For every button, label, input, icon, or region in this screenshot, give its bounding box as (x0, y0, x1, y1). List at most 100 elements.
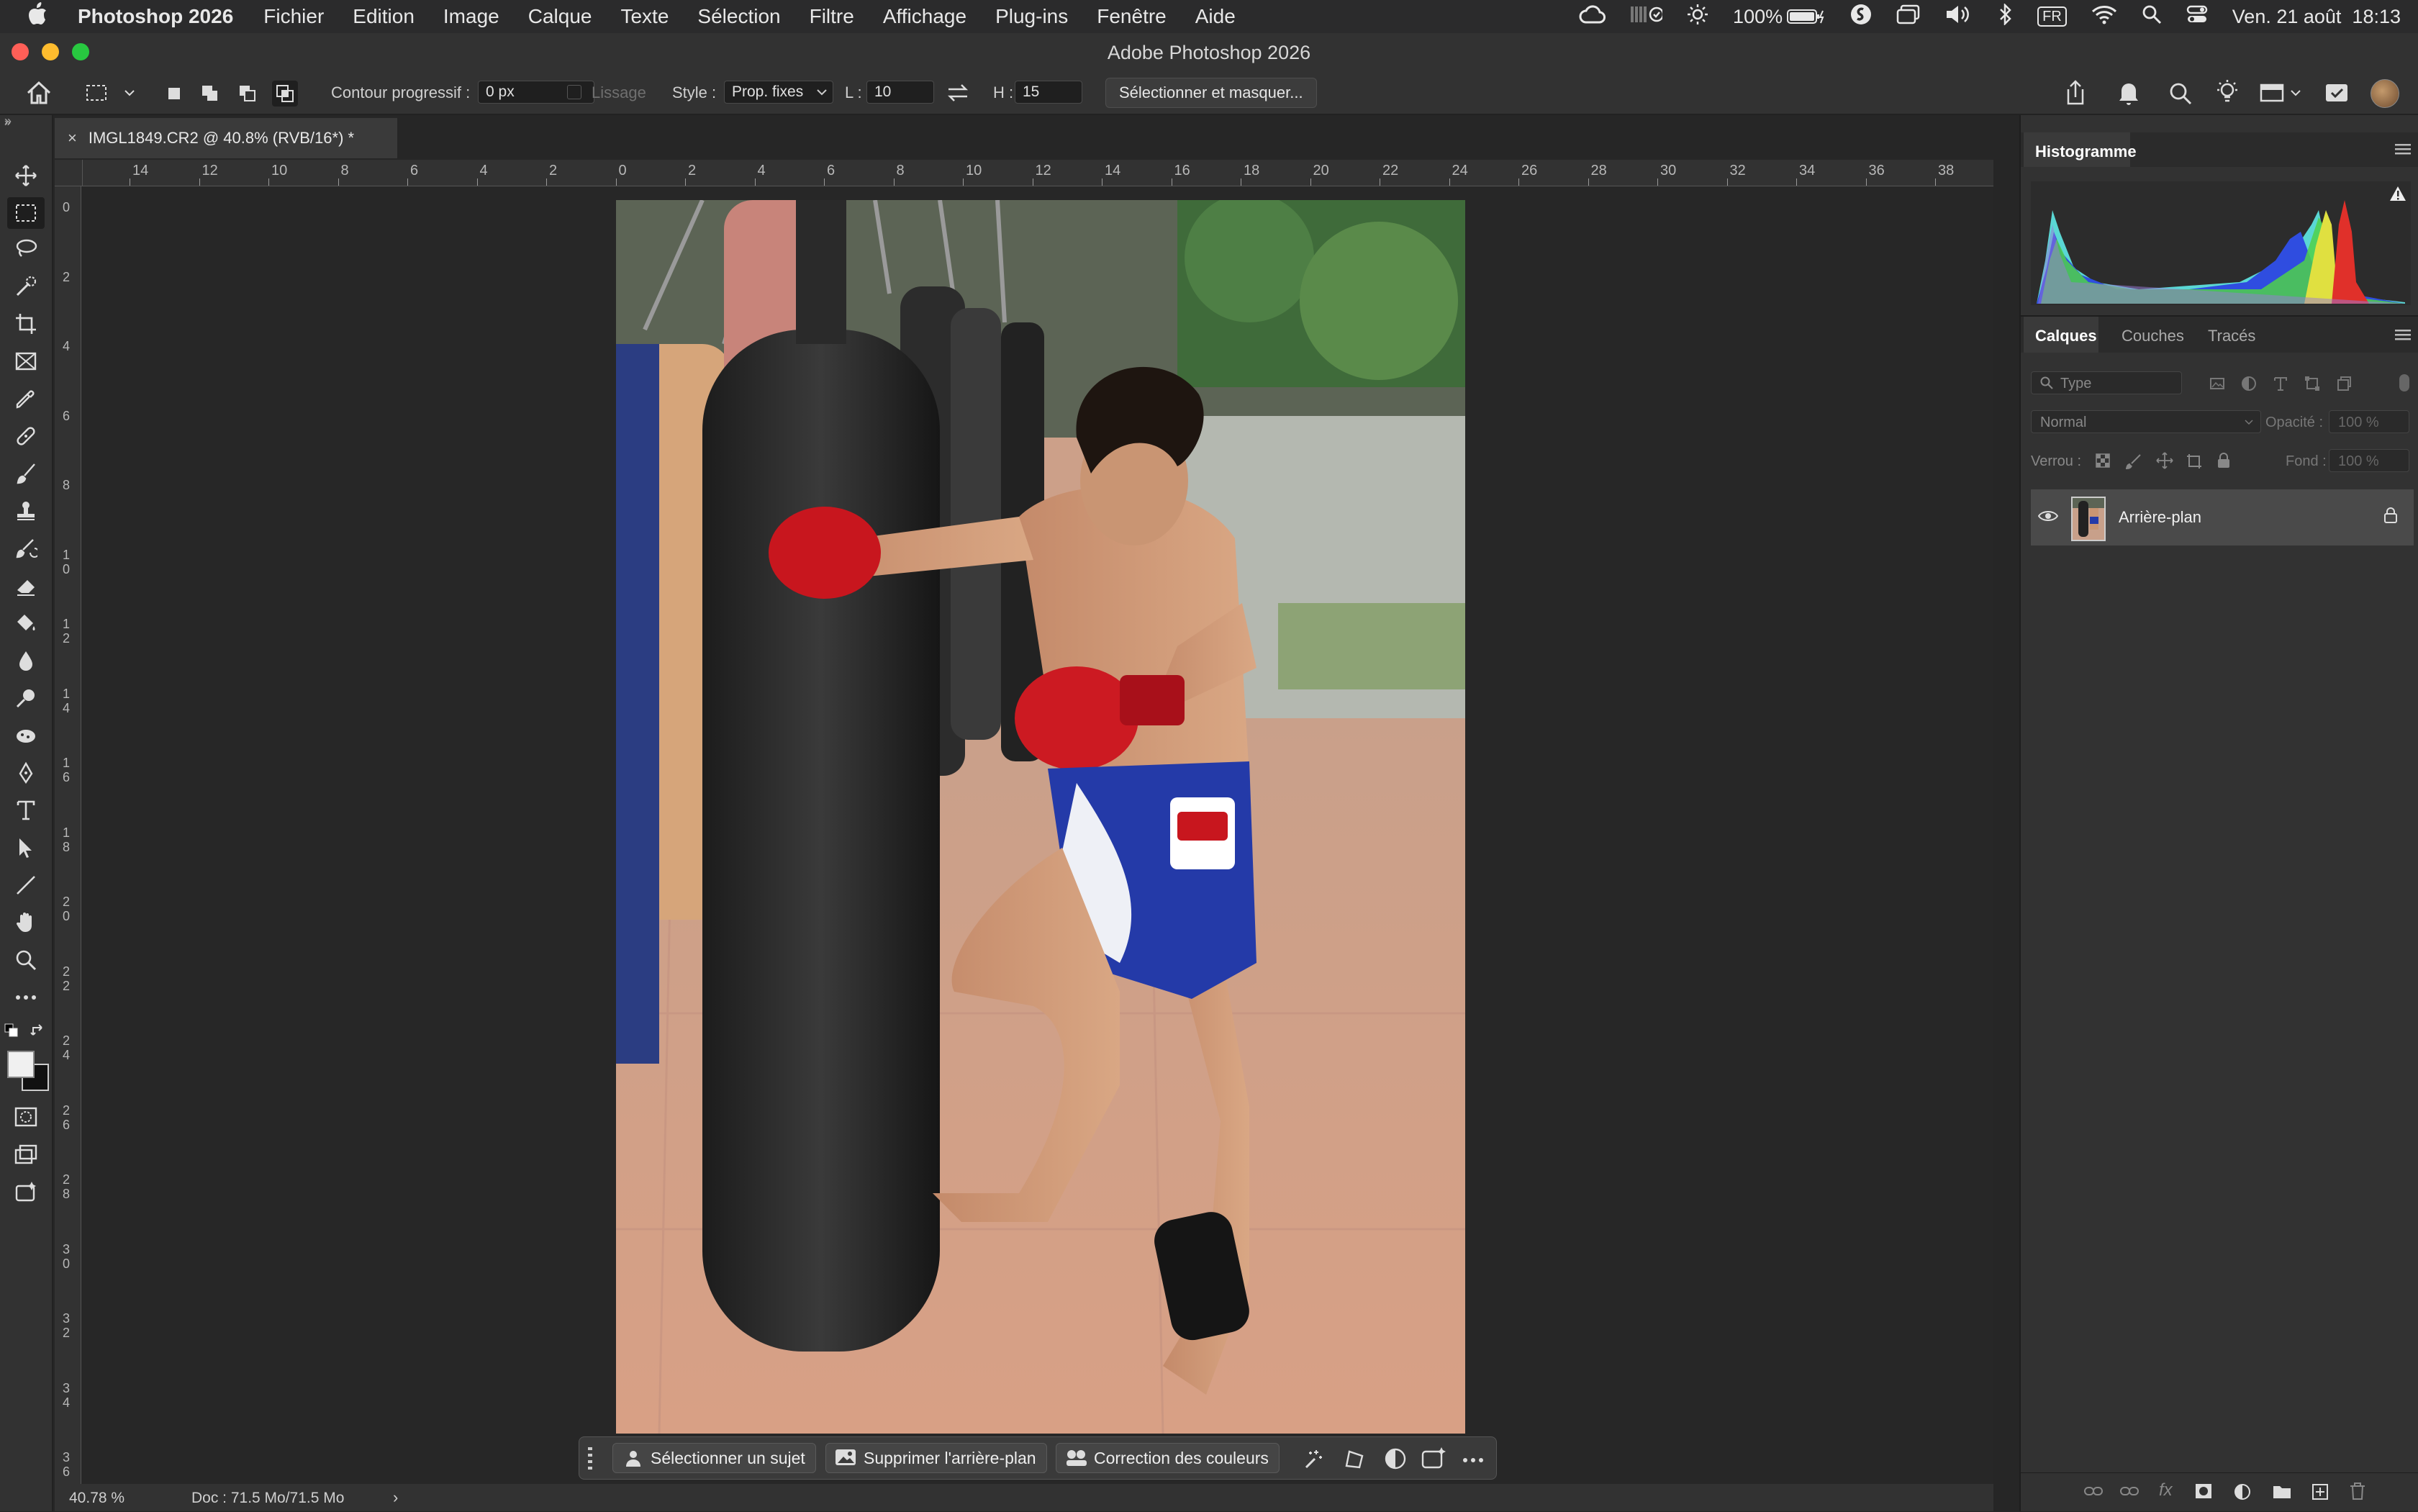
move-tool-icon[interactable] (13, 163, 39, 189)
rectangular-marquee-tool-icon[interactable] (7, 197, 45, 229)
discover-lightbulb-icon[interactable] (2215, 79, 2240, 109)
object-selection-tool-icon[interactable] (13, 273, 39, 299)
menu-edition[interactable]: Edition (353, 5, 415, 28)
zoom-level[interactable]: 40.78 % (69, 1490, 124, 1507)
battery-status[interactable]: 100% (1733, 6, 1826, 28)
apple-menu-icon[interactable] (27, 2, 56, 31)
document-image[interactable] (616, 200, 1465, 1434)
transform-icon[interactable] (1342, 1447, 1365, 1474)
new-layer-icon[interactable] (2311, 1483, 2329, 1504)
histogram-panel-menu-icon[interactable] (2395, 144, 2411, 159)
filter-adjustment-icon[interactable] (2241, 376, 2257, 395)
select-and-mask-button[interactable]: Sélectionner et masquer... (1105, 78, 1317, 108)
filter-pixel-icon[interactable] (2209, 376, 2225, 395)
eyedropper-tool-icon[interactable] (13, 386, 39, 412)
filter-type-icon[interactable] (2273, 376, 2288, 395)
new-group-icon[interactable] (2273, 1483, 2291, 1503)
layer-name[interactable]: Arrière-plan (2119, 508, 2201, 527)
share-icon[interactable] (2062, 79, 2088, 111)
menu-filtre[interactable]: Filtre (810, 5, 854, 28)
visibility-eye-icon[interactable] (2037, 510, 2059, 526)
bluetooth-icon[interactable] (1998, 2, 2013, 30)
type-tool-icon[interactable] (13, 797, 39, 823)
generative-edit-icon[interactable] (13, 1179, 39, 1205)
lasso-tool-icon[interactable] (13, 236, 39, 262)
menu-selection[interactable]: Sélection (697, 5, 780, 28)
blur-tool-icon[interactable] (13, 648, 39, 674)
delete-layer-icon[interactable] (2349, 1482, 2366, 1504)
status-menu-chevron-icon[interactable]: › (393, 1488, 398, 1507)
add-mask-icon[interactable] (2195, 1483, 2212, 1503)
paint-bucket-tool-icon[interactable] (13, 610, 39, 636)
vertical-ruler[interactable]: 024681012141618202224262830323436 (55, 186, 81, 1484)
control-center-icon[interactable] (2186, 4, 2208, 30)
pen-tool-icon[interactable] (13, 760, 39, 786)
height-input[interactable]: 15 (1015, 81, 1082, 104)
add-to-selection-icon[interactable] (200, 83, 220, 108)
menu-fichier[interactable]: Fichier (263, 5, 324, 28)
screen-mode-icon[interactable] (13, 1141, 39, 1167)
quick-mask-icon[interactable] (13, 1104, 39, 1130)
lock-position-icon[interactable] (2156, 452, 2173, 473)
close-document-icon[interactable]: × (68, 129, 77, 148)
horizontal-ruler[interactable]: 14 12 10 8 6 4 2 0 2 4 6 8 10 12 14 16 18 20 22 24 26 28 30 32 3… (82, 160, 1993, 186)
screen-mirroring-icon[interactable] (1896, 4, 1921, 30)
lock-transparent-icon[interactable] (2096, 453, 2110, 471)
menu-plugins[interactable]: Plug-ins (995, 5, 1068, 28)
menu-image[interactable]: Image (443, 5, 499, 28)
generative-fill-icon[interactable] (1421, 1446, 1447, 1474)
sponge-tool-icon[interactable] (13, 723, 39, 748)
adjustments-sparkle-icon[interactable] (1300, 1447, 1323, 1474)
shazam-icon[interactable] (1850, 4, 1872, 30)
hand-tool-icon[interactable] (13, 910, 39, 936)
antialias-checkbox[interactable] (567, 85, 581, 99)
adjustment-layer-icon[interactable] (1384, 1447, 1407, 1474)
input-source-badge[interactable]: FR (2037, 6, 2067, 27)
drag-handle-icon[interactable] (587, 1447, 594, 1474)
more-tools-icon[interactable] (13, 984, 39, 1010)
ruler-origin[interactable] (55, 160, 83, 186)
volume-icon[interactable] (1945, 4, 1974, 30)
clone-stamp-tool-icon[interactable] (13, 498, 39, 524)
activity-monitor-icon[interactable] (1631, 5, 1665, 29)
foreground-color-swatch[interactable] (7, 1051, 35, 1078)
intersect-selection-icon[interactable] (272, 81, 298, 107)
path-selection-tool-icon[interactable] (13, 835, 39, 861)
menu-calque[interactable]: Calque (528, 5, 592, 28)
swap-colors-icon[interactable] (30, 1023, 46, 1043)
menu-aide[interactable]: Aide (1195, 5, 1236, 28)
eraser-tool-icon[interactable] (13, 573, 39, 599)
link-icon[interactable] (2120, 1485, 2139, 1501)
crop-tool-icon[interactable] (13, 311, 39, 337)
wifi-icon[interactable] (2091, 4, 2117, 30)
warning-icon[interactable] (2389, 186, 2406, 205)
link-layers-icon[interactable] (2084, 1485, 2103, 1501)
tab-paths[interactable]: Tracés (2208, 327, 2255, 345)
layer-filter-select[interactable]: Type (2031, 371, 2182, 394)
plugins-panel-icon[interactable] (2324, 81, 2349, 109)
filter-smart-object-icon[interactable] (2336, 376, 2352, 395)
layer-lock-icon[interactable] (2383, 507, 2398, 528)
menubar-clock[interactable]: Ven. 21 août 18:13 (2232, 6, 2401, 28)
workspace-switcher-icon[interactable] (2260, 82, 2303, 108)
default-colors-icon[interactable] (4, 1023, 19, 1041)
layer-effects-icon[interactable]: fx (2159, 1480, 2173, 1500)
dodge-tool-icon[interactable] (13, 685, 39, 711)
home-icon[interactable] (26, 81, 52, 109)
remove-background-button[interactable]: Supprimer l'arrière-plan (825, 1443, 1047, 1473)
width-input[interactable]: 10 (866, 81, 934, 104)
spot-healing-brush-icon[interactable] (13, 423, 39, 449)
search-icon[interactable] (2169, 82, 2192, 109)
menu-texte[interactable]: Texte (620, 5, 669, 28)
zoom-tool-icon[interactable] (13, 947, 39, 973)
marquee-preset-icon[interactable] (85, 82, 137, 109)
layer-row[interactable]: Arrière-plan (2031, 489, 2414, 546)
lock-all-icon[interactable] (2216, 452, 2231, 473)
notifications-icon[interactable] (2117, 81, 2140, 109)
more-options-icon[interactable] (1462, 1454, 1485, 1467)
color-correction-button[interactable]: Correction des couleurs (1056, 1443, 1280, 1473)
new-adjustment-layer-icon[interactable] (2234, 1483, 2251, 1504)
brightness-icon[interactable] (1687, 4, 1708, 30)
creative-cloud-icon[interactable] (1579, 4, 1606, 29)
select-subject-button[interactable]: Sélectionner un sujet (612, 1443, 816, 1473)
